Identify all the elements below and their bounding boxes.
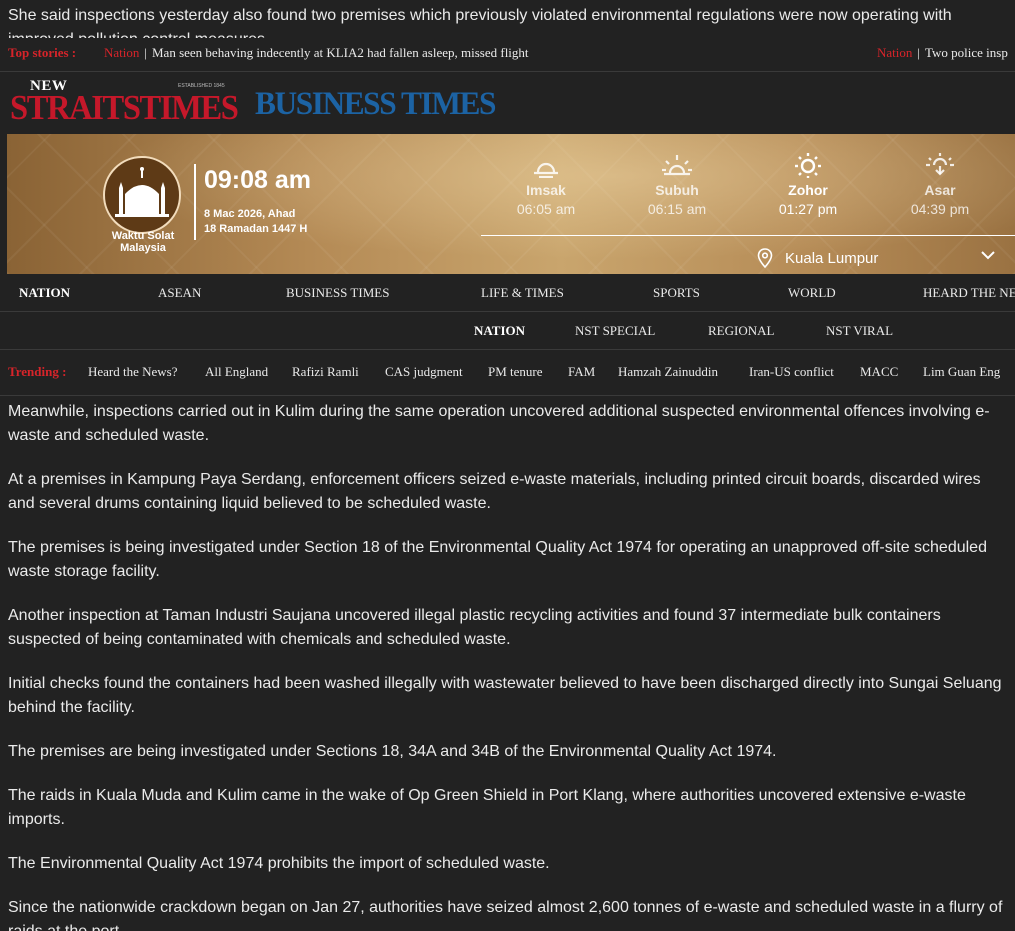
current-time: 09:08 am [204, 166, 312, 194]
prayer-name: Zohor [788, 182, 828, 198]
nav-item-world[interactable]: WORLD [788, 285, 836, 301]
waktu-solat-subtitle: Malaysia [120, 242, 166, 254]
masthead: NEW ESTABLISHED 1845 STRAITSTIMES BUSINE… [0, 72, 1015, 134]
trending-tag[interactable]: Heard the News? [88, 364, 178, 380]
nav-item-asean[interactable]: ASEAN [158, 285, 201, 301]
subnav-item-nation[interactable]: NATION [474, 323, 525, 339]
article-paragraph: Since the nationwide crackdown began on … [8, 899, 1003, 931]
prayer-time-asar: Asar 04:39 pm [892, 152, 988, 217]
trending-label: Trending : [8, 364, 67, 379]
widget-divider-line [481, 235, 1015, 236]
imsak-icon [534, 162, 558, 178]
trending-tag[interactable]: PM tenure [488, 364, 543, 380]
prayer-time-imsak: Imsak 06:05 am [498, 152, 594, 217]
trending-tag[interactable]: Rafizi Ramli [292, 364, 359, 380]
trending-bar: Trending : Heard the News? All England R… [0, 350, 1015, 396]
article-paragraph: The raids in Kuala Muda and Kulim came i… [8, 787, 966, 828]
prayer-name: Imsak [526, 182, 566, 198]
nav-item-nation[interactable]: NATION [19, 285, 70, 301]
article-paragraph: Meanwhile, inspections carried out in Ku… [8, 403, 990, 444]
sun-icon [795, 153, 821, 178]
ticker-item-headline[interactable]: Man seen behaving indecently at KLIA2 ha… [152, 45, 529, 60]
prayer-times-widget: Waktu Solat Malaysia 09:08 am 8 Mac 2026… [7, 134, 1015, 274]
article-paragraph: Initial checks found the containers had … [8, 675, 1002, 716]
trending-tag[interactable]: Lim Guan Eng [923, 364, 1000, 380]
prayer-time-value: 06:15 am [647, 201, 707, 217]
subnav-item-regional[interactable]: REGIONAL [708, 323, 774, 339]
trending-tag[interactable]: All England [205, 364, 268, 380]
chevron-down-icon[interactable] [979, 248, 997, 262]
prayer-time-value: 01:27 pm [778, 201, 838, 217]
ticker-item[interactable]: Nation | Man seen behaving indecently at K… [104, 38, 529, 68]
nav-item-heard-the-news[interactable]: HEARD THE NEWS? [923, 285, 1015, 301]
mosque-icon [103, 156, 181, 234]
hijri-date: 18 Ramadan 1447 H [204, 223, 308, 235]
trending-tag[interactable]: Iran-US conflict [749, 364, 834, 380]
map-pin-icon [757, 248, 773, 268]
location-name[interactable]: Kuala Lumpur [785, 250, 878, 267]
subnav-item-nst-special[interactable]: NST SPECIAL [575, 323, 655, 339]
subnav-item-nst-viral[interactable]: NST VIRAL [826, 323, 893, 339]
ticker-item[interactable]: Nation | Two police insp [877, 38, 1008, 68]
current-date: 8 Mac 2026, Ahad 18 Ramadan 1447 H [204, 207, 307, 237]
waktu-solat-title: Waktu Solat [111, 230, 175, 242]
ticker-item-category[interactable]: Nation [104, 45, 139, 60]
article-paragraph: Another inspection at Taman Industri Sau… [8, 607, 941, 648]
ticker-item-headline[interactable]: Two police insp [925, 45, 1008, 60]
article-paragraph: At a premises in Kampung Paya Serdang, e… [8, 471, 981, 512]
previous-paragraph-snippet: She said inspections yesterday also foun… [0, 0, 1015, 38]
prayer-time-subuh: Subuh 06:15 am [629, 152, 725, 217]
previous-paragraph-text: She said inspections yesterday also foun… [8, 7, 952, 38]
ticker-separator: | [917, 45, 920, 60]
article-paragraph: The Environmental Quality Act 1974 prohi… [8, 855, 550, 872]
nst-logo-wordmark: STRAITSTIMES [10, 88, 239, 127]
trending-tag[interactable]: FAM [568, 364, 595, 380]
prayer-name: Asar [924, 182, 956, 198]
article-body: Meanwhile, inspections carried out in Ku… [8, 400, 1015, 931]
trending-tag[interactable]: CAS judgment [385, 364, 463, 380]
sub-navigation: NATION NST SPECIAL REGIONAL NST VIRAL [0, 312, 1015, 350]
location-selector[interactable]: Kuala Lumpur [757, 246, 878, 270]
prayer-time-zohor: Zohor 01:27 pm [760, 152, 856, 217]
ticker-separator: | [144, 45, 147, 60]
nav-item-business-times[interactable]: BUSINESS TIMES [286, 285, 389, 301]
top-stories-label: Top stories : [8, 45, 77, 60]
nav-item-life-times[interactable]: LIFE & TIMES [481, 285, 564, 301]
nav-item-sports[interactable]: SPORTS [653, 285, 700, 301]
business-times-logo[interactable]: BUSINESS TIMES [255, 86, 496, 123]
top-stories-ticker: Top stories : Nation | Man seen behaving i… [0, 38, 1015, 72]
prayer-time-value: 04:39 pm [910, 201, 970, 217]
gregorian-date: 8 Mac 2026, Ahad [204, 208, 296, 220]
sun-down-icon [926, 153, 954, 176]
article-paragraph: The premises is being investigated under… [8, 539, 987, 580]
trending-tag[interactable]: MACC [860, 364, 898, 380]
waktu-solat-label: Waktu Solat Malaysia [97, 230, 189, 254]
trending-tag[interactable]: Hamzah Zainuddin [618, 364, 718, 380]
ticker-item-category[interactable]: Nation [877, 45, 912, 60]
sunrise-icon [662, 155, 692, 176]
article-paragraph: The premises are being investigated unde… [8, 743, 777, 760]
prayer-name: Subuh [655, 182, 699, 198]
nst-logo[interactable]: NEW ESTABLISHED 1845 STRAITSTIMES [10, 78, 239, 128]
widget-divider [194, 164, 196, 240]
main-navigation: NATION ASEAN BUSINESS TIMES LIFE & TIMES… [0, 274, 1015, 312]
prayer-time-value: 06:05 am [516, 201, 576, 217]
